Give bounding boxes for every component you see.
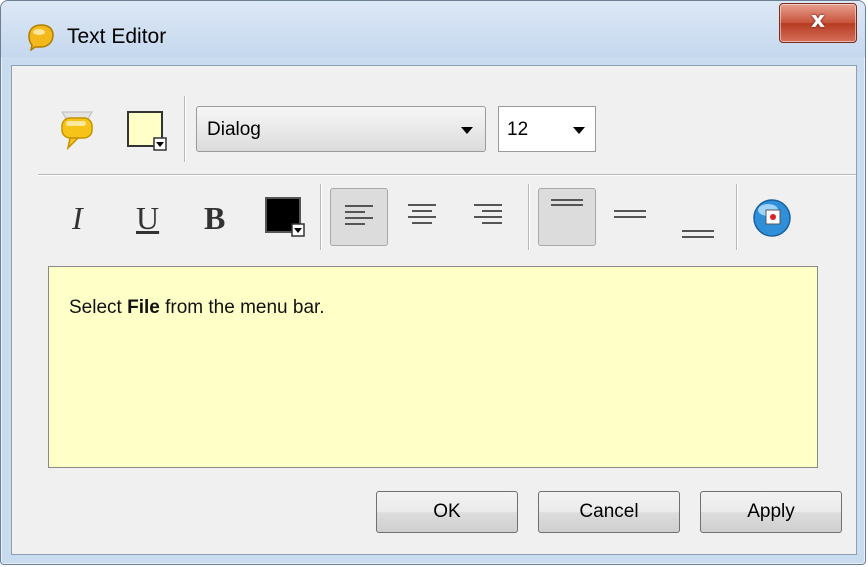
insert-image-icon[interactable] — [750, 196, 794, 240]
chevron-down-icon — [573, 127, 585, 134]
app-icon — [28, 24, 54, 51]
toolbar-divider — [38, 174, 856, 176]
text-editor-window: Text Editor x Dialog 12 I U B Select Fil… — [0, 0, 866, 565]
editor-text-plain: from the menu bar. — [159, 297, 325, 318]
toolbar-separator — [736, 184, 738, 250]
toolbar-separator — [528, 184, 530, 250]
ok-button[interactable]: OK — [376, 491, 518, 533]
cancel-button[interactable]: Cancel — [538, 491, 680, 533]
toolbar-separator — [184, 96, 186, 162]
dialog-body: Dialog 12 I U B Select File from the men… — [11, 65, 857, 555]
italic-button[interactable]: I — [72, 200, 83, 237]
toolbar-separator — [320, 184, 322, 250]
font-family-value: Dialog — [207, 119, 261, 140]
title-bar[interactable]: Text Editor x — [1, 1, 865, 57]
valign-top-button[interactable] — [538, 188, 596, 246]
chevron-down-icon — [461, 127, 473, 134]
editor-text-plain: Select — [69, 297, 128, 318]
window-title: Text Editor — [67, 25, 167, 48]
underline-button[interactable]: U — [136, 200, 159, 237]
font-size-value: 12 — [507, 119, 529, 140]
align-left-button[interactable] — [330, 188, 388, 246]
apply-button[interactable]: Apply — [700, 491, 842, 533]
font-family-select[interactable]: Dialog — [196, 106, 486, 152]
text-edit-area[interactable]: Select File from the menu bar. — [48, 266, 818, 468]
editor-text-bold: File — [127, 297, 160, 318]
background-color-icon[interactable] — [126, 110, 168, 152]
text-color-icon[interactable] — [264, 196, 308, 240]
close-button[interactable]: x — [779, 3, 857, 43]
close-icon: x — [810, 8, 826, 33]
bold-button[interactable]: B — [204, 200, 225, 237]
callout-icon[interactable] — [56, 108, 98, 156]
font-size-select[interactable]: 12 — [498, 106, 596, 152]
editor-text: Select File from the menu bar. — [69, 297, 325, 319]
